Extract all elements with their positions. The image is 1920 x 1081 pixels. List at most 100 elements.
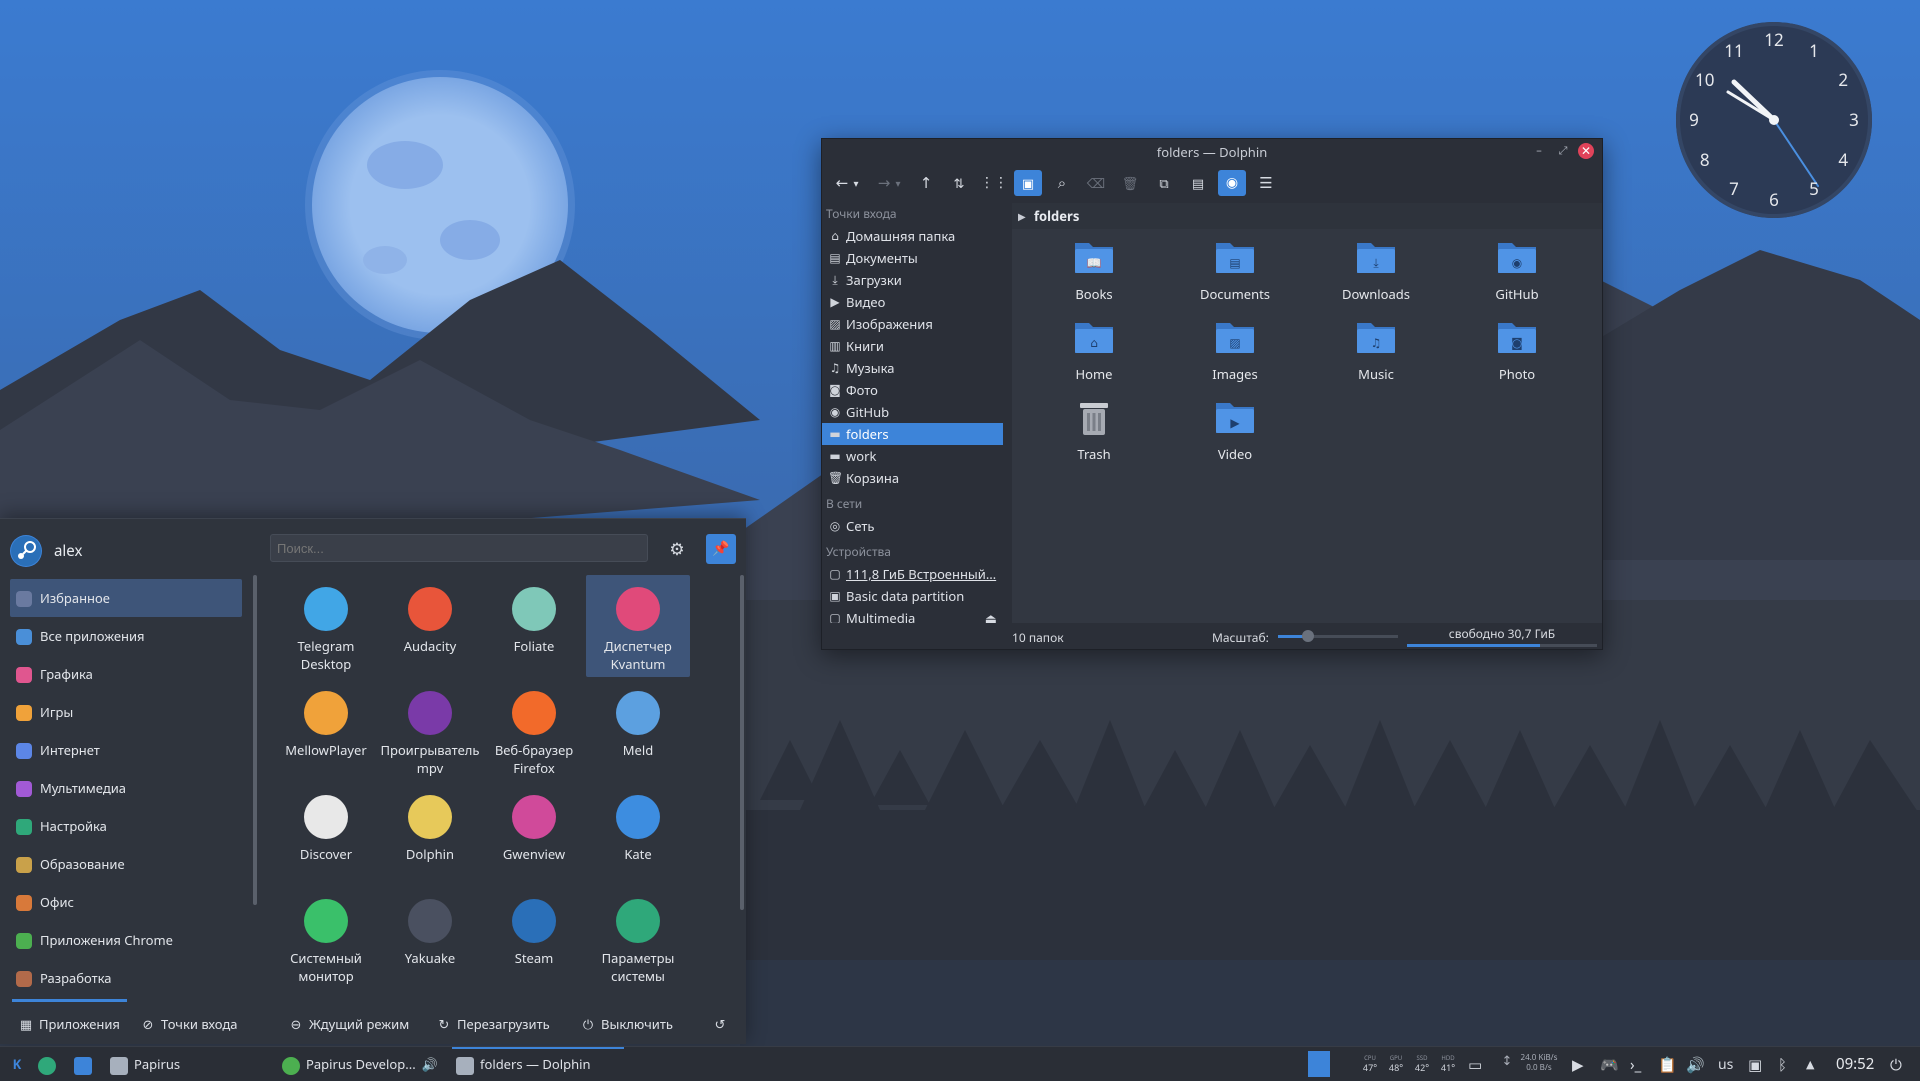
file-item[interactable]: ▶ Video (1175, 397, 1295, 463)
leave-session-button[interactable]: ↺ (712, 1015, 733, 1033)
places-item-документы[interactable]: ▤ Документы (822, 247, 1007, 269)
app-tile[interactable]: Проигрыватель mpv (378, 679, 482, 781)
file-item[interactable]: ◉ GitHub (1457, 237, 1577, 303)
places-item-сеть[interactable]: ◎ Сеть (822, 515, 1007, 537)
up-icon[interactable]: ↑ (912, 170, 940, 196)
app-tile[interactable]: Steam (482, 887, 586, 989)
search-input[interactable] (270, 534, 648, 562)
file-item[interactable]: 📖 Books (1034, 237, 1154, 303)
preview-toggle-icon[interactable]: ▣ (1014, 170, 1042, 196)
category-item[interactable]: Разработка (10, 959, 242, 997)
category-item[interactable]: Игры (10, 693, 242, 731)
split-view-icon[interactable]: ⧉ (1150, 170, 1178, 196)
virtual-desktop-pager[interactable] (1308, 1051, 1330, 1077)
file-item[interactable]: Trash (1034, 397, 1154, 463)
places-item-изображения[interactable]: ▨ Изображения (822, 313, 1007, 335)
terminal-icon[interactable]: ›_ (1630, 1055, 1641, 1075)
category-item[interactable]: Офис (10, 883, 242, 921)
places-item-домашняя-папка[interactable]: ⌂ Домашняя папка (822, 225, 1007, 247)
avatar[interactable] (10, 535, 42, 567)
media-play-icon[interactable]: ▶ (1572, 1055, 1584, 1075)
app-tile[interactable]: Системный монитор (274, 887, 378, 989)
file-item[interactable]: ◙ Photo (1457, 317, 1577, 383)
app-tile[interactable]: Yakuake (378, 887, 482, 989)
file-item[interactable]: ♫ Music (1316, 317, 1436, 383)
app-tile[interactable]: Gwenview (482, 783, 586, 885)
task-chrome[interactable]: Papirus Develop... 🔊 (278, 1047, 450, 1081)
hamburger-menu-icon[interactable]: ☰ (1252, 170, 1280, 196)
file-item[interactable]: ▨ Images (1175, 317, 1295, 383)
file-item[interactable]: ⤓ Downloads (1316, 237, 1436, 303)
app-tile[interactable]: Foliate (482, 575, 586, 677)
app-tile[interactable]: Параметры системы (586, 887, 690, 989)
category-item[interactable]: Все приложения (10, 617, 242, 655)
clipboard-icon[interactable]: 📋 (1658, 1055, 1677, 1075)
places-item-музыка[interactable]: ♫ Музыка (822, 357, 1007, 379)
delete-icon[interactable]: ⌫ (1082, 170, 1110, 196)
file-item[interactable]: ▤ Documents (1175, 237, 1295, 303)
task-papirus[interactable]: Papirus (104, 1047, 276, 1081)
app-tile[interactable]: Discover (274, 783, 378, 885)
icons-view-icon[interactable]: ⋮⋮ (980, 170, 1008, 196)
category-item[interactable]: Графика (10, 655, 242, 693)
apps-scrollbar[interactable] (740, 575, 744, 910)
pin-icon[interactable]: 📌 (706, 534, 736, 564)
window-titlebar[interactable]: folders — Dolphin – ⤢ ✕ (822, 139, 1602, 163)
bluetooth-icon[interactable]: ᛒ (1778, 1055, 1787, 1075)
tab-places[interactable]: ⊘ Точки входа (140, 1015, 238, 1033)
places-item-фото[interactable]: ◙ Фото (822, 379, 1007, 401)
back-history-chevron-icon[interactable]: ▾ (848, 170, 864, 196)
information-panel-icon[interactable]: ▤ (1184, 170, 1212, 196)
restart-button[interactable]: ↻ Перезагрузить (436, 1015, 550, 1033)
zoom-slider-handle[interactable] (1302, 630, 1314, 642)
display-icon[interactable]: ▭ (1468, 1055, 1482, 1075)
category-item[interactable]: Образование (10, 845, 242, 883)
forward-history-chevron-icon[interactable]: ▾ (890, 170, 906, 196)
places-item-folders[interactable]: ▬ folders (822, 423, 1003, 445)
sleep-button[interactable]: ⊖ Ждущий режим (288, 1015, 410, 1033)
volume-icon[interactable]: 🔊 (1686, 1055, 1705, 1075)
places-item-загрузки[interactable]: ⤓ Загрузки (822, 269, 1007, 291)
keyboard-layout[interactable]: us (1718, 1055, 1733, 1074)
maximize-button[interactable]: ⤢ (1554, 142, 1572, 160)
breadcrumb[interactable]: ▶ folders (1012, 203, 1602, 229)
app-tile[interactable]: Audacity (378, 575, 482, 677)
places-item-basic-data-partition[interactable]: ▣ Basic data partition (822, 585, 1007, 607)
zoom-slider[interactable] (1278, 630, 1398, 642)
gear-icon[interactable]: ⚙ (664, 536, 690, 562)
category-item[interactable]: Приложения Chrome (10, 921, 242, 959)
app-tile[interactable]: Диспетчер Kvantum (586, 575, 690, 677)
places-item-111-8-гиб-встроенный[interactable]: ▢ 111,8 ГиБ Встроенный… (822, 563, 1007, 585)
app-tile[interactable]: Dolphin (378, 783, 482, 885)
places-item-github[interactable]: ◉ GitHub (822, 401, 1007, 423)
launcher-button[interactable]: K (6, 1047, 28, 1081)
places-item-work[interactable]: ▬ work (822, 445, 1007, 467)
app-tile[interactable]: Веб-браузер Firefox (482, 679, 586, 781)
digital-clock[interactable]: 09:52 (1836, 1047, 1874, 1081)
task-dolphin[interactable]: folders — Dolphin (452, 1047, 624, 1081)
network-icon[interactable]: ▣ (1748, 1055, 1762, 1075)
tray-expand-icon[interactable]: ▲ (1806, 1057, 1814, 1072)
sort-icon[interactable]: ⇅ (945, 170, 973, 196)
category-item[interactable]: Избранное (10, 579, 242, 617)
minimize-button[interactable]: – (1530, 142, 1548, 160)
trash-icon[interactable]: 🗑 (1116, 170, 1144, 196)
file-view[interactable]: ▶ folders 📖 Books ▤ Documents ⤓ Downloads ◉ Git… (1012, 203, 1602, 623)
gamepad-icon[interactable]: 🎮 (1600, 1055, 1619, 1075)
category-item[interactable]: Мультимедиа (10, 769, 242, 807)
search-icon[interactable]: ⌕ (1048, 170, 1076, 196)
category-scrollbar[interactable] (253, 575, 257, 905)
places-item-корзина[interactable]: 🗑 Корзина (822, 467, 1007, 489)
places-item-видео[interactable]: ▶ Видео (822, 291, 1007, 313)
pinned-app-store[interactable] (74, 1047, 98, 1081)
app-tile[interactable]: Kate (586, 783, 690, 885)
places-item-книги[interactable]: ▥ Книги (822, 335, 1007, 357)
power-icon[interactable]: ⏻ (1890, 1055, 1902, 1075)
show-hidden-icon[interactable]: ◉ (1218, 170, 1246, 196)
app-tile[interactable]: Telegram Desktop (274, 575, 378, 677)
tab-applications[interactable]: ▦ Приложения (18, 1015, 120, 1033)
app-tile[interactable]: MellowPlayer (274, 679, 378, 781)
dolphin-window[interactable]: folders — Dolphin – ⤢ ✕ ← ▾ → ▾ ↑ ⇅ ⋮⋮ ▣… (821, 138, 1603, 650)
app-tile[interactable]: Meld (586, 679, 690, 781)
close-button[interactable]: ✕ (1578, 143, 1594, 159)
